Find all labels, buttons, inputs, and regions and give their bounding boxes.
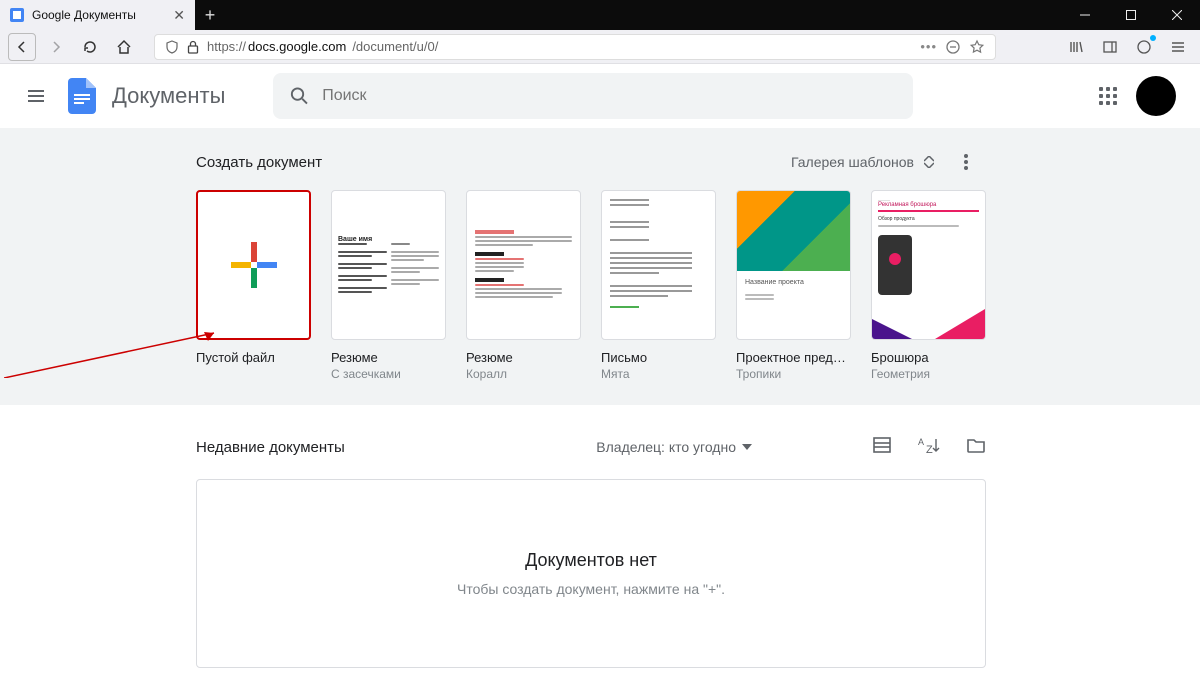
templates-more-button[interactable]: [946, 142, 986, 182]
browser-tab[interactable]: Google Документы ✕: [0, 0, 195, 30]
template-resume-serif[interactable]: Ваше имя Резюме С засечка: [331, 190, 446, 381]
reload-button[interactable]: [76, 33, 104, 61]
apps-button[interactable]: [1088, 76, 1128, 116]
apps-grid-icon: [1099, 87, 1117, 105]
product-name: Документы: [112, 83, 225, 109]
sidebar-button[interactable]: [1096, 33, 1124, 61]
empty-title: Документов нет: [197, 550, 985, 571]
window-minimize-button[interactable]: [1062, 0, 1108, 30]
new-tab-button[interactable]: +: [195, 0, 225, 30]
extension-button[interactable]: [1130, 33, 1158, 61]
main-menu-button[interactable]: [16, 76, 56, 116]
back-button[interactable]: [8, 33, 36, 61]
search-icon: [289, 85, 310, 107]
library-button[interactable]: [1062, 33, 1090, 61]
template-label: Брошюра: [871, 350, 986, 365]
open-picker-button[interactable]: [966, 435, 986, 460]
home-button[interactable]: [110, 33, 138, 61]
template-thumb: Название проекта: [736, 190, 851, 340]
account-avatar[interactable]: [1136, 76, 1176, 116]
template-gallery-button[interactable]: Галерея шаблонов: [783, 148, 942, 176]
template-blank[interactable]: Пустой файл: [196, 190, 311, 381]
template-thumb: [601, 190, 716, 340]
recent-title: Недавние документы: [196, 439, 345, 456]
sort-button[interactable]: AZ: [918, 435, 940, 460]
url-domain: docs.google.com: [248, 39, 346, 54]
browser-address-bar: https://docs.google.com/document/u/0/ ••…: [0, 30, 1200, 64]
template-project-proposal[interactable]: Название проекта Проектное пред… Тропики: [736, 190, 851, 381]
template-brochure[interactable]: ——— Рекламная брошюра Обзор продукта Бро…: [871, 190, 986, 381]
tab-title: Google Документы: [32, 8, 165, 22]
unfold-icon: [924, 156, 934, 168]
template-thumb: ——— Рекламная брошюра Обзор продукта: [871, 190, 986, 340]
svg-text:Z: Z: [926, 444, 933, 455]
bookmark-star-icon[interactable]: [969, 39, 985, 55]
template-sub: С засечками: [331, 367, 446, 381]
template-sub: Коралл: [466, 367, 581, 381]
template-sub: Геометрия: [871, 367, 986, 381]
url-prefix: https://: [207, 39, 246, 54]
template-letter-mint[interactable]: Письмо Мята: [601, 190, 716, 381]
template-thumb: [466, 190, 581, 340]
reader-icon[interactable]: [945, 39, 961, 55]
template-resume-coral[interactable]: Резюме Коралл: [466, 190, 581, 381]
search-input[interactable]: [322, 87, 897, 105]
dropdown-icon: [742, 444, 752, 450]
templates-title: Создать документ: [196, 154, 322, 171]
lock-icon: [187, 40, 199, 54]
empty-sub: Чтобы создать документ, нажмите на "+".: [197, 581, 985, 597]
url-more-icon[interactable]: •••: [920, 39, 937, 54]
template-label: Резюме: [466, 350, 581, 365]
url-path: /document/u/0/: [352, 39, 438, 54]
template-sub: Тропики: [736, 367, 851, 381]
template-label: Резюме: [331, 350, 446, 365]
plus-icon: [231, 242, 277, 288]
gallery-label: Галерея шаблонов: [791, 154, 914, 170]
template-thumb: Ваше имя: [331, 190, 446, 340]
docs-favicon: [10, 8, 24, 22]
template-sub: Мята: [601, 367, 716, 381]
template-blank-thumb: [196, 190, 311, 340]
window-maximize-button[interactable]: [1108, 0, 1154, 30]
empty-state: Документов нет Чтобы создать документ, н…: [196, 479, 986, 668]
search-box[interactable]: [273, 73, 913, 119]
list-view-button[interactable]: [872, 435, 892, 460]
url-field[interactable]: https://docs.google.com/document/u/0/ ••…: [154, 34, 996, 60]
browser-menu-button[interactable]: [1164, 33, 1192, 61]
svg-text:A: A: [918, 437, 924, 447]
window-close-button[interactable]: [1154, 0, 1200, 30]
recent-section: Недавние документы Владелец: кто угодно …: [196, 405, 986, 688]
app-header: Документы: [0, 64, 1200, 128]
template-label: Проектное пред…: [736, 350, 851, 365]
template-label: Письмо: [601, 350, 716, 365]
owner-filter-label: Владелец: кто угодно: [596, 439, 736, 455]
owner-filter-button[interactable]: Владелец: кто угодно: [596, 439, 752, 455]
shield-icon: [165, 40, 179, 54]
templates-section: Создать документ Галерея шаблонов: [0, 128, 1200, 405]
docs-logo[interactable]: [64, 78, 100, 114]
tab-close-button[interactable]: ✕: [173, 7, 185, 24]
forward-button[interactable]: [42, 33, 70, 61]
template-label: Пустой файл: [196, 350, 311, 365]
browser-titlebar: Google Документы ✕ +: [0, 0, 1200, 30]
